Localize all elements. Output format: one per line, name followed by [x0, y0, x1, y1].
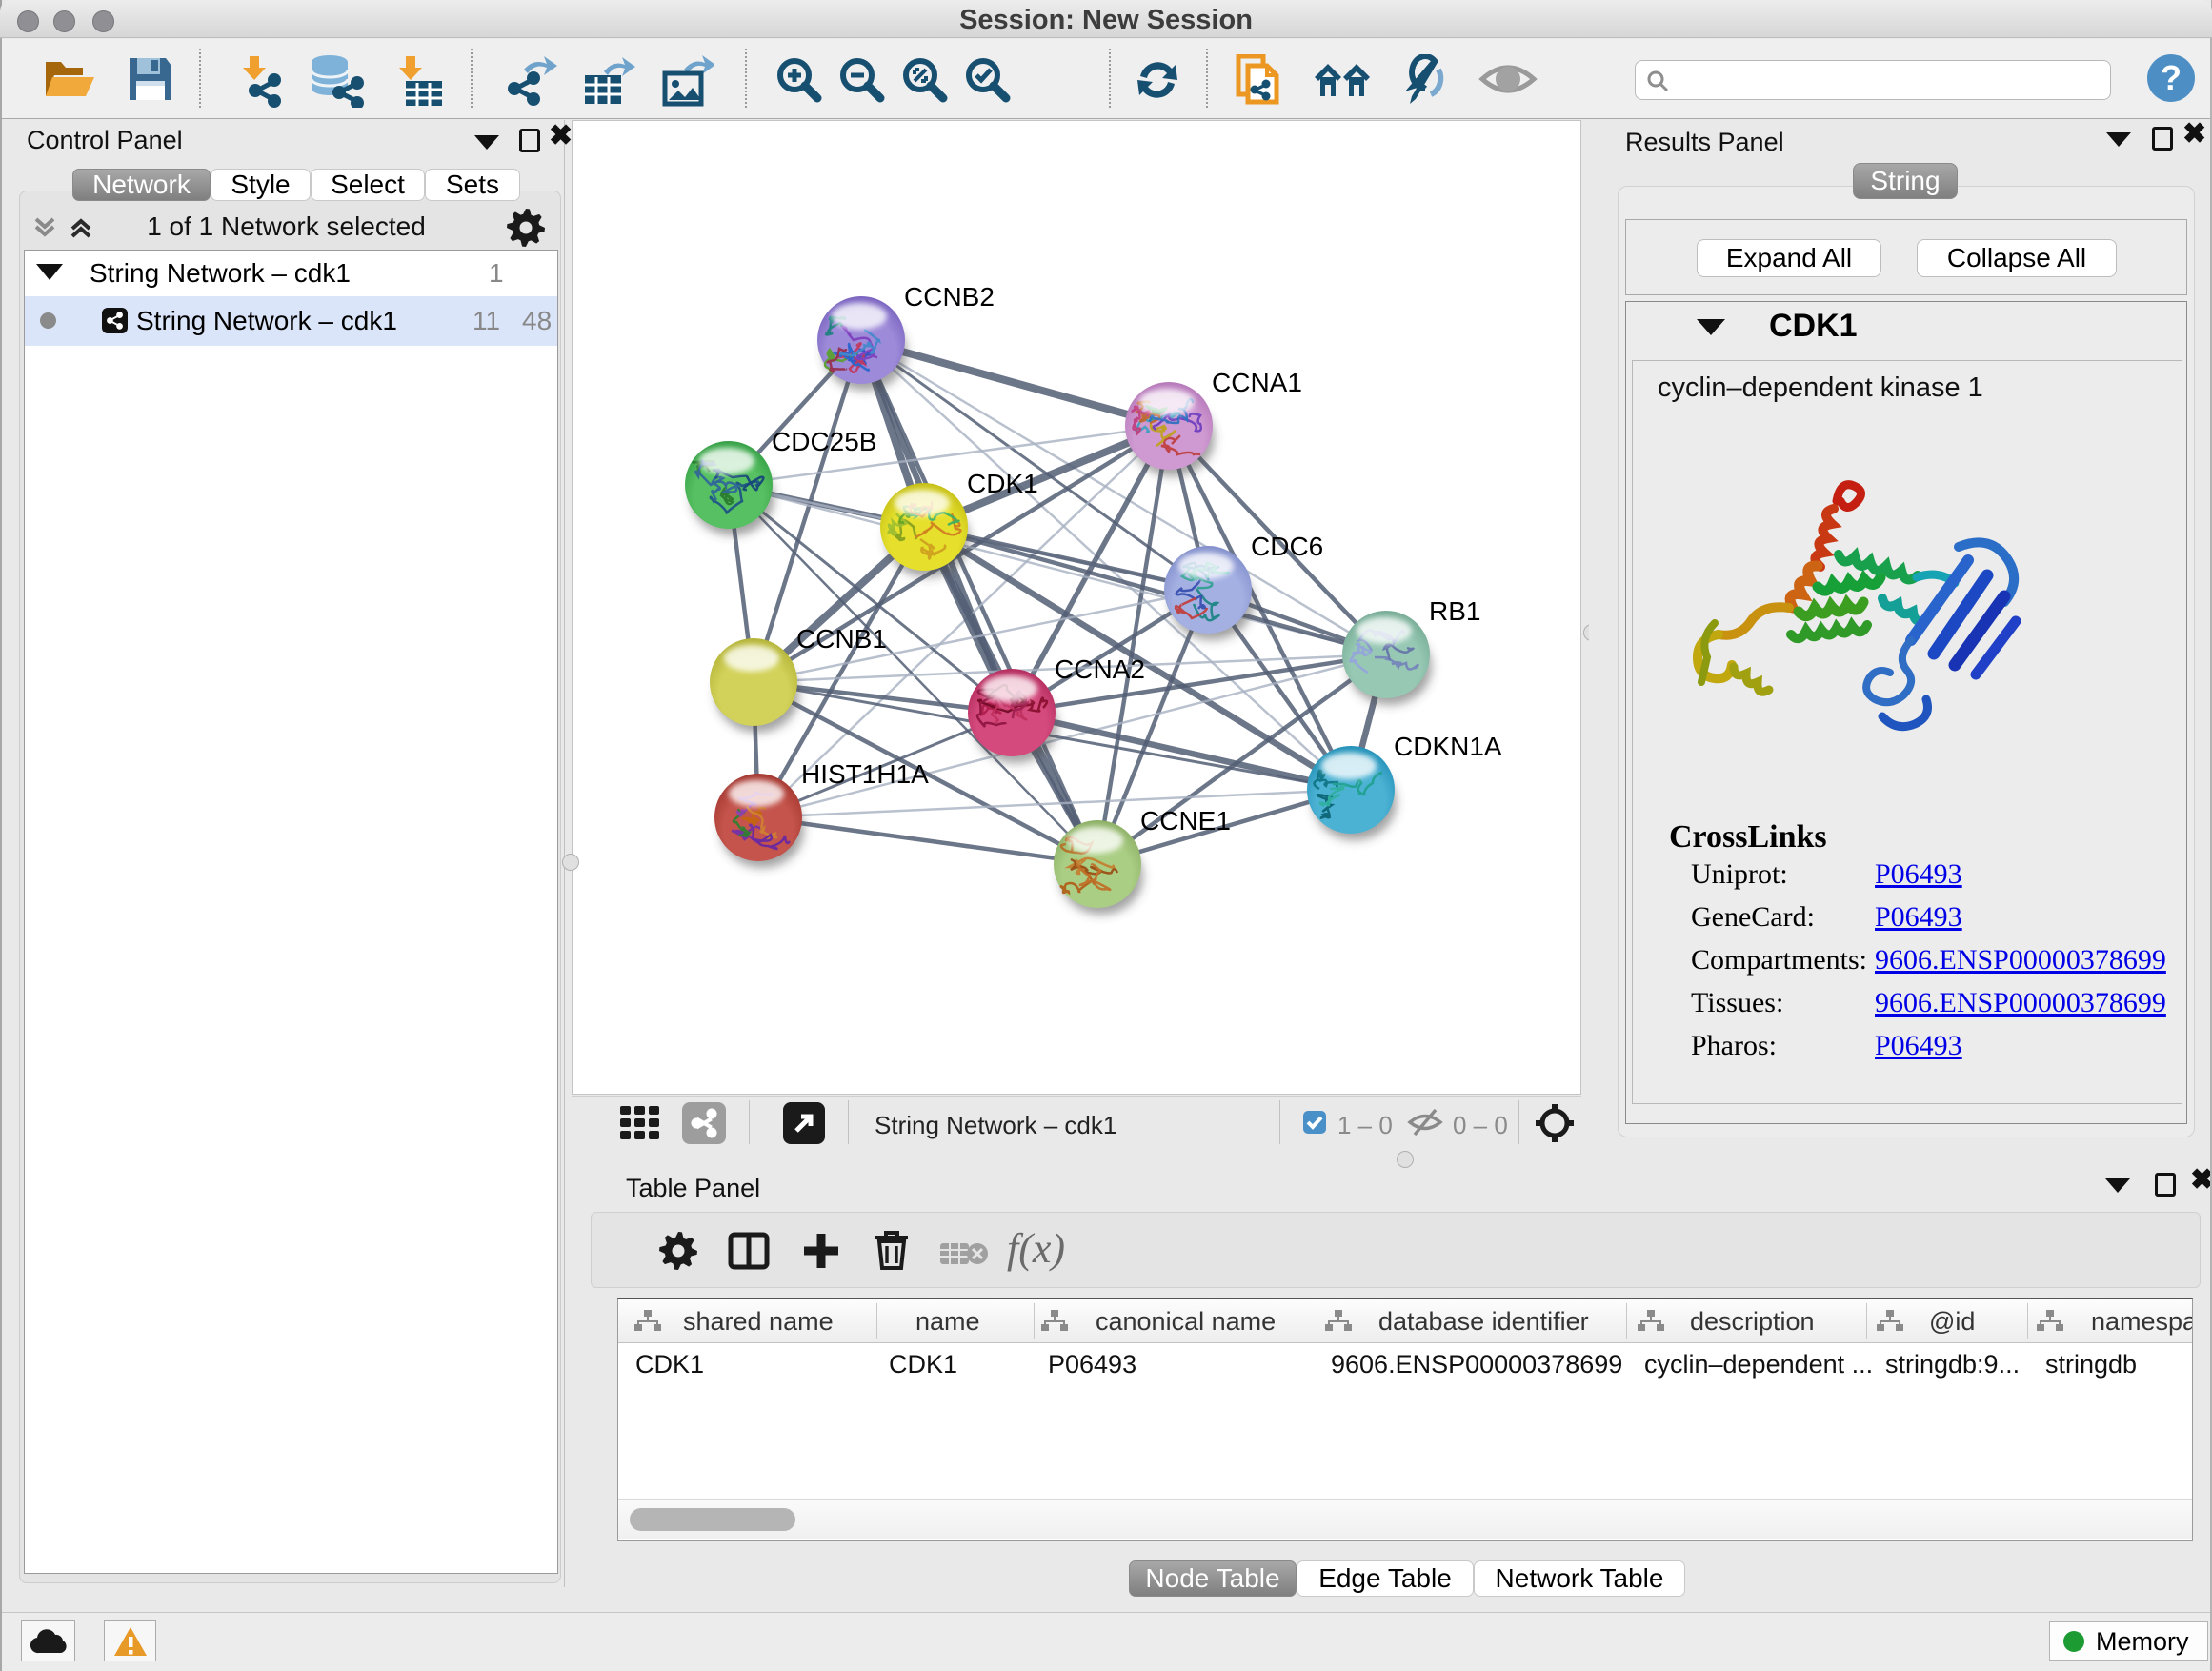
svg-text:CCNA2: CCNA2 — [1055, 654, 1145, 684]
svg-text:CCNA1: CCNA1 — [1212, 368, 1302, 397]
svg-text:CDC6: CDC6 — [1251, 532, 1323, 561]
svg-text:RB1: RB1 — [1429, 596, 1480, 626]
svg-text:HIST1H1A: HIST1H1A — [801, 759, 929, 789]
svg-text:CCNE1: CCNE1 — [1140, 806, 1231, 836]
svg-text:CDK1: CDK1 — [967, 469, 1038, 498]
svg-text:CCNB2: CCNB2 — [904, 282, 995, 312]
svg-text:CDC25B: CDC25B — [772, 427, 876, 456]
svg-text:CDKN1A: CDKN1A — [1394, 732, 1502, 761]
svg-text:CCNB1: CCNB1 — [796, 624, 887, 654]
